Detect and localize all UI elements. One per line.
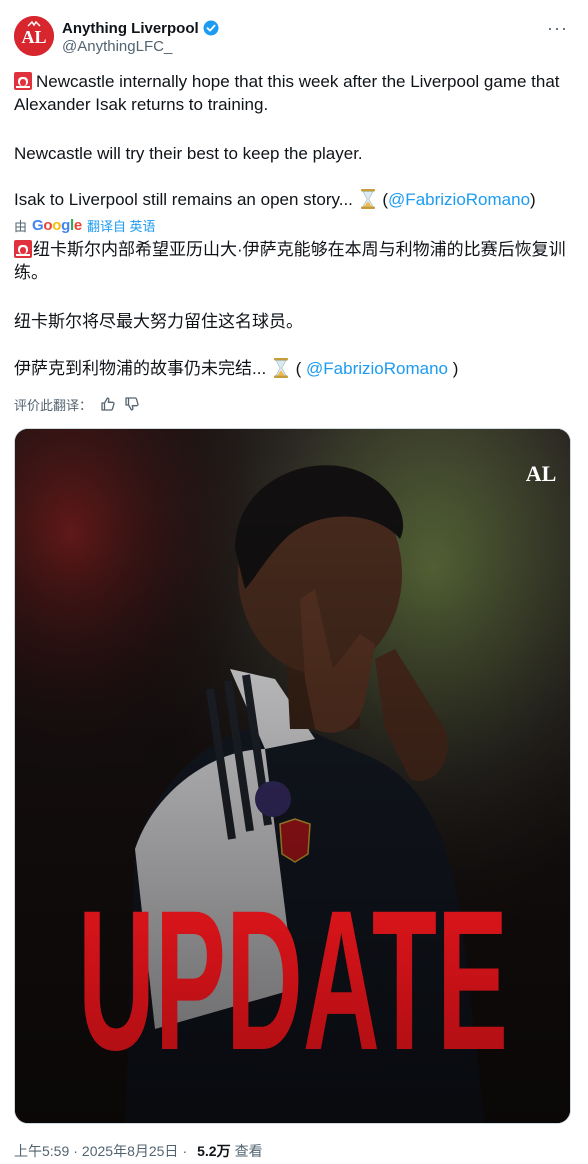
display-name[interactable]: Anything Liverpool (62, 20, 199, 37)
avatar[interactable]: AL (14, 16, 54, 56)
siren-icon (14, 240, 32, 258)
google-logo: Google (32, 216, 82, 234)
update-overlay-text: UPDATE (78, 870, 508, 1092)
tweet-line-1: Newcastle internally hope that this week… (14, 72, 560, 114)
hourglass-icon (360, 189, 375, 209)
more-options-icon[interactable]: ··· (547, 18, 568, 39)
meta-separator: · (73, 1143, 78, 1159)
tweet-date[interactable]: 2025年8月25日 (82, 1141, 179, 1161)
thumbs-down-icon[interactable] (124, 396, 140, 412)
siren-icon (14, 72, 32, 90)
translated-line-3: 伊萨克到利物浦的故事仍未完结... (14, 359, 267, 378)
views-label: 查看 (234, 1143, 263, 1159)
translated-text-para-1: 纽卡斯尔内部希望亚历山大·伊萨克能够在本周与利物浦的比赛后恢复训练。 (14, 238, 574, 284)
translated-mention-link[interactable]: @FabrizioRomano (306, 359, 448, 378)
tweet-media-image[interactable]: AL UPDATE (14, 428, 571, 1124)
watermark-logo: AL (526, 461, 557, 486)
tweet-text-para-1: Newcastle internally hope that this week… (14, 70, 574, 116)
avatar-logo-icon: AL (14, 16, 54, 56)
tweet-meta: 上午5:59 · 2025年8月25日 · 5.2万 查看 (14, 1141, 263, 1161)
tweet-text-para-3: Isak to Liverpool still remains an open … (14, 188, 574, 211)
verified-badge-icon (203, 20, 219, 36)
translated-by-row: 由 Google 翻译自 英语 (14, 216, 156, 234)
tweet-line-2: Newcastle will try their best to keep th… (14, 144, 363, 163)
translated-by-prefix: 由 (14, 218, 28, 234)
tweet-time[interactable]: 上午5:59 (14, 1141, 69, 1161)
translated-open-paren: ( (290, 359, 307, 378)
handle[interactable]: @AnythingLFC_ (62, 38, 172, 55)
tweet-line-3: Isak to Liverpool still remains an open … (14, 190, 353, 209)
translated-close-paren: ) (448, 359, 459, 378)
name-row: Anything Liverpool (62, 18, 219, 38)
tweet-header: AL Anything Liverpool @AnythingLFC_ ··· (14, 16, 574, 60)
views-count: 5.2万 (197, 1143, 231, 1159)
rate-translation-row: 评价此翻译： (14, 394, 140, 414)
player-photo: AL UPDATE (15, 429, 570, 1123)
translated-line-2: 纽卡斯尔将尽最大努力留住这名球员。 (14, 312, 303, 331)
meta-separator: · (182, 1143, 188, 1159)
translated-line-1: 纽卡斯尔内部希望亚历山大·伊萨克能够在本周与利物浦的比赛后恢复训练。 (14, 240, 566, 282)
close-paren: ) (530, 190, 536, 209)
translated-from-link[interactable]: 翻译自 英语 (87, 216, 156, 235)
rate-translation-label: 评价此翻译： (14, 397, 93, 413)
thumbs-up-icon[interactable] (100, 396, 116, 412)
mention-link[interactable]: @FabrizioRomano (388, 190, 530, 209)
hourglass-icon (273, 358, 288, 378)
svg-text:AL: AL (21, 27, 46, 47)
translated-text-para-3: 伊萨克到利物浦的故事仍未完结... ( @FabrizioRomano ) (14, 357, 574, 380)
